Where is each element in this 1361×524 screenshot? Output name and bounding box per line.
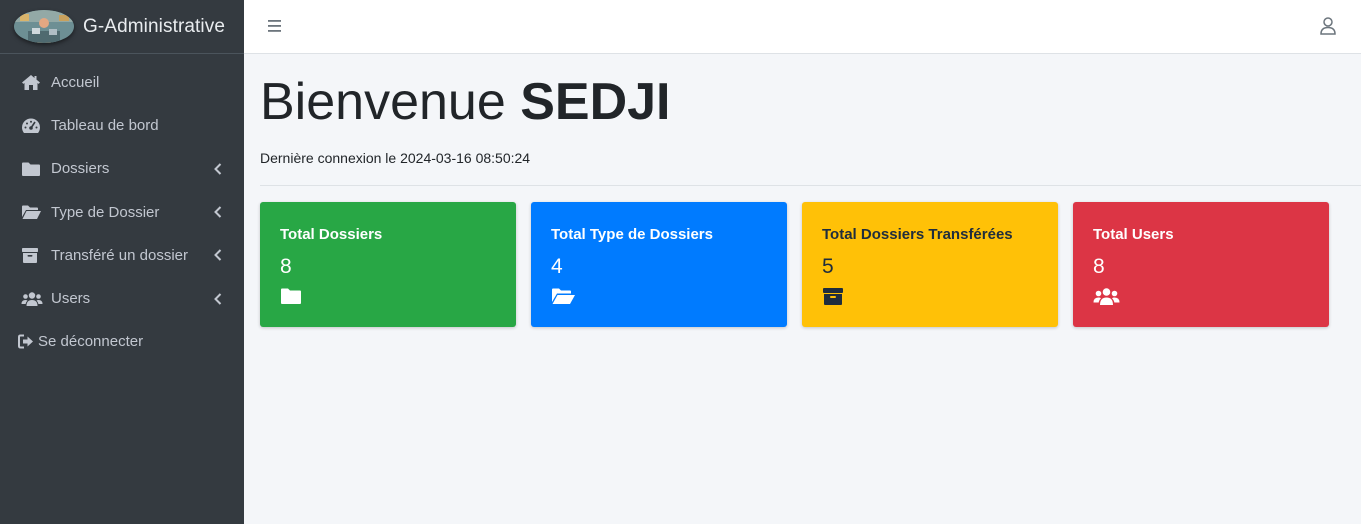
card-title: Total Users (1093, 226, 1174, 243)
card-value: 5 (822, 255, 834, 278)
card-total-dossiers-transferees[interactable]: Total Dossiers Transférées 5 (802, 202, 1058, 327)
last-login: Dernière connexion le 2024-03-16 08:50:2… (260, 150, 530, 166)
brand-title: G-Administrative (83, 15, 226, 37)
sidebar-item-accueil[interactable]: Accueil (0, 61, 244, 104)
sign-out-icon (18, 333, 34, 351)
sidebar-item-label: Se déconnecter (38, 333, 144, 351)
sidebar-item-type-de-dossier[interactable]: Type de Dossier (0, 191, 244, 234)
card-title: Total Type de Dossiers (551, 226, 713, 243)
sidebar-item-label: Type de Dossier (51, 203, 160, 221)
card-total-dossiers[interactable]: Total Dossiers 8 (260, 202, 516, 327)
card-total-type-de-dossiers[interactable]: Total Type de Dossiers 4 (531, 202, 787, 327)
user-icon[interactable] (1319, 16, 1337, 36)
card-title: Total Dossiers Transférées (822, 226, 1013, 243)
sidebar-item-label: Dossiers (51, 160, 110, 178)
main-content: Bienvenue SEDJI Dernière connexion le 20… (244, 54, 1361, 524)
home-icon (21, 74, 43, 92)
hamburger-icon[interactable] (266, 18, 284, 34)
card-value: 8 (280, 255, 292, 278)
archive-icon (822, 287, 1038, 307)
brand-link[interactable]: G-Administrative (0, 0, 244, 54)
brand-logo (14, 10, 74, 43)
chevron-left-icon (214, 249, 222, 262)
card-value: 4 (551, 255, 563, 278)
folder-open-icon (551, 287, 767, 307)
folder-icon (21, 160, 43, 178)
welcome-prefix: Bienvenue (260, 73, 506, 131)
sidebar-nav: Accueil Tableau de bord Dossiers Type de… (0, 54, 244, 363)
page-title: Bienvenue SEDJI (260, 76, 671, 128)
sidebar-item-transfere-un-dossier[interactable]: Transféré un dossier (0, 234, 244, 277)
sidebar-item-label: Users (51, 290, 91, 308)
sidebar-item-label: Tableau de bord (51, 117, 159, 135)
dashboard-icon (21, 117, 43, 135)
chevron-left-icon (214, 206, 222, 218)
divider (260, 185, 1361, 186)
chevron-left-icon (214, 292, 222, 305)
last-login-value: 2024-03-16 08:50:24 (400, 150, 531, 166)
folder-open-icon (21, 203, 43, 221)
sidebar-item-tableau-de-bord[interactable]: Tableau de bord (0, 104, 244, 147)
sidebar: G-Administrative Accueil Tableau de bord… (0, 0, 244, 524)
sidebar-item-se-deconnecter[interactable]: Se déconnecter (0, 320, 244, 363)
folder-icon (280, 287, 496, 307)
username: SEDJI (520, 73, 671, 131)
chevron-left-icon (214, 163, 222, 175)
card-total-users[interactable]: Total Users 8 (1073, 202, 1329, 327)
sidebar-item-users[interactable]: Users (0, 277, 244, 320)
last-login-label: Dernière connexion le (260, 150, 397, 166)
sidebar-item-label: Transféré un dossier (51, 246, 189, 264)
users-icon (1093, 287, 1309, 307)
sidebar-item-dossiers[interactable]: Dossiers (0, 147, 244, 190)
top-navbar (244, 0, 1361, 54)
card-value: 8 (1093, 255, 1105, 278)
archive-icon (21, 246, 43, 264)
sidebar-item-label: Accueil (51, 74, 100, 92)
card-title: Total Dossiers (280, 226, 383, 243)
users-icon (21, 290, 43, 308)
